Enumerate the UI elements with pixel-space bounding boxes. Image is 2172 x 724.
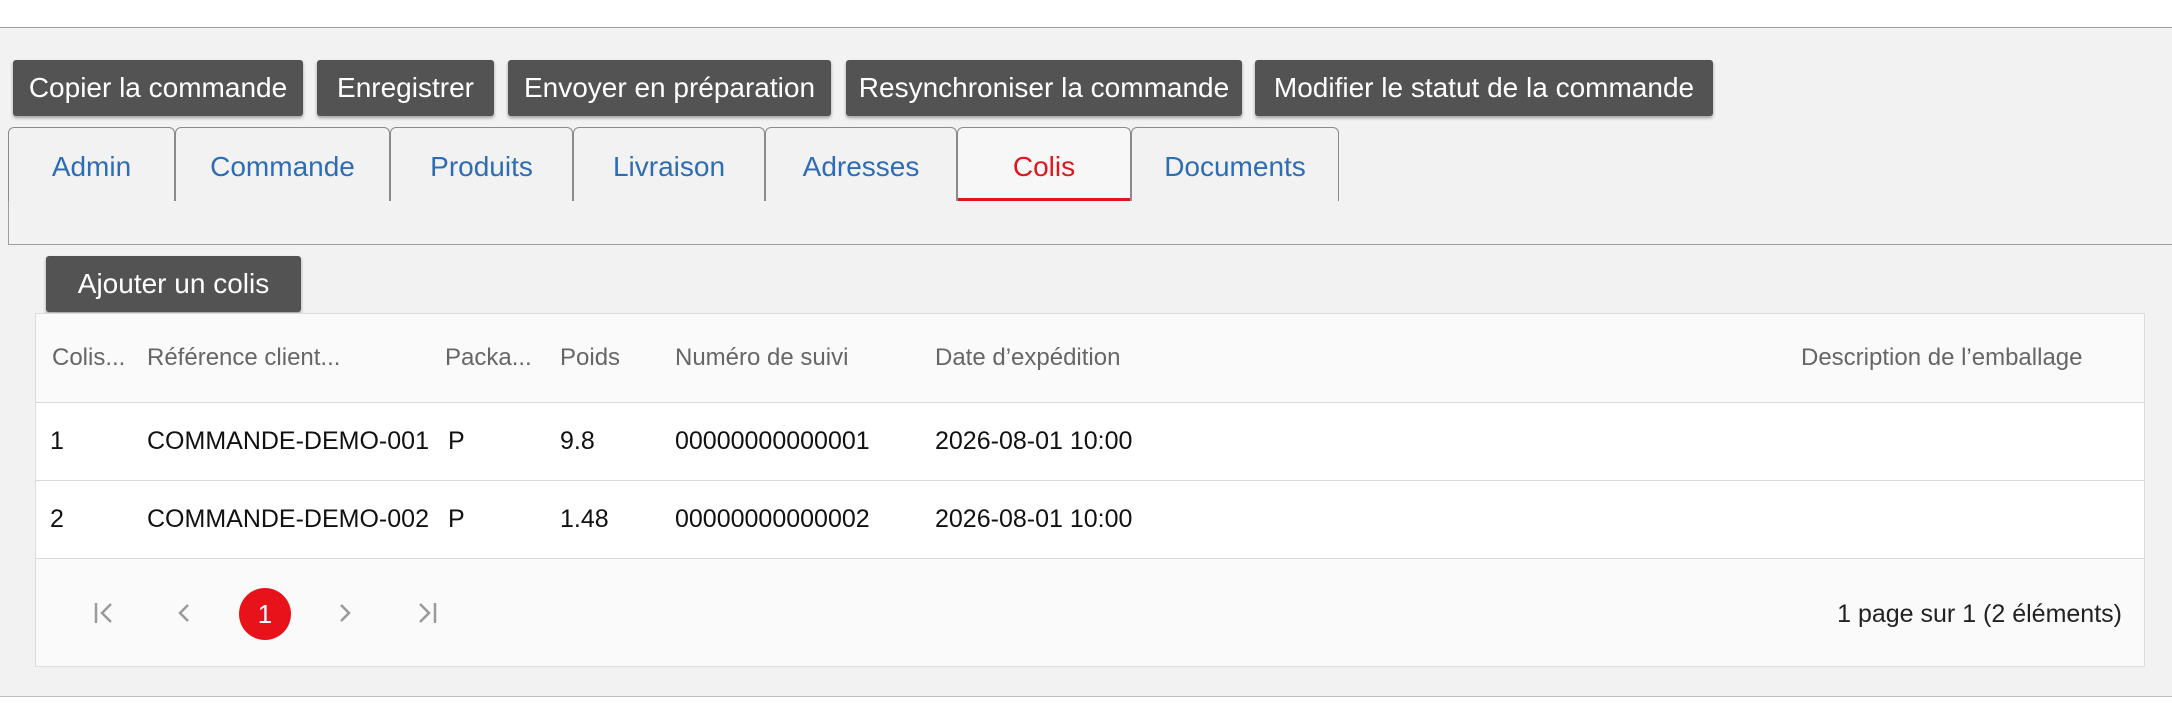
column-header-packaging[interactable]: Packa... [445, 314, 540, 402]
cell-weight: 9.8 [560, 427, 595, 455]
tab-admin[interactable]: Admin [8, 127, 175, 201]
copy-order-button[interactable]: Copier la commande [13, 60, 303, 116]
table-row[interactable]: 1 COMMANDE-DEMO-001 P 9.8 00000000000001… [36, 403, 2144, 481]
tab-documents[interactable]: Documents [1131, 127, 1339, 201]
tab-produits[interactable]: Produits [390, 127, 573, 201]
grid-header: Colis... Référence client... Packa... Po… [36, 314, 2144, 403]
cell-tracking-number: 00000000000001 [675, 427, 870, 455]
current-page-button[interactable]: 1 [239, 588, 291, 640]
cell-weight: 1.48 [560, 505, 609, 533]
column-header-packaging-description[interactable]: Description de l’emballage [1801, 314, 2131, 402]
cell-colis: 1 [50, 427, 64, 455]
column-header-client-reference[interactable]: Référence client... [147, 314, 437, 402]
add-parcel-button[interactable]: Ajouter un colis [46, 256, 301, 312]
change-order-status-button[interactable]: Modifier le statut de la commande [1255, 60, 1713, 116]
column-header-weight[interactable]: Poids [560, 314, 660, 402]
last-page-icon[interactable] [405, 591, 449, 635]
column-header-tracking-number[interactable]: Numéro de suivi [675, 314, 925, 402]
tab-colis[interactable]: Colis [957, 127, 1131, 201]
cell-shipping-date: 2026-08-01 10:00 [935, 427, 1133, 455]
cell-client-reference: COMMANDE-DEMO-002 [147, 505, 429, 533]
cell-packaging: P [448, 427, 465, 455]
resync-order-button[interactable]: Resynchroniser la commande [846, 60, 1242, 116]
pager: 1 1 page sur 1 (2 éléments) [36, 559, 2144, 667]
column-header-colis[interactable]: Colis... [52, 314, 130, 402]
tab-commande[interactable]: Commande [175, 127, 390, 201]
prev-page-icon[interactable] [162, 591, 206, 635]
cell-client-reference: COMMANDE-DEMO-001 [147, 427, 429, 455]
cell-packaging-description [1801, 481, 2131, 558]
bottom-divider [0, 696, 2172, 697]
column-header-shipping-date[interactable]: Date d’expédition [935, 314, 1255, 402]
tab-livraison[interactable]: Livraison [573, 127, 765, 201]
save-button[interactable]: Enregistrer [317, 60, 494, 116]
cell-tracking-number: 00000000000002 [675, 505, 870, 533]
table-row[interactable]: 2 COMMANDE-DEMO-002 P 1.48 0000000000000… [36, 481, 2144, 559]
cell-colis: 2 [50, 505, 64, 533]
send-to-preparation-button[interactable]: Envoyer en préparation [508, 60, 831, 116]
next-page-icon[interactable] [323, 591, 367, 635]
tab-adresses[interactable]: Adresses [765, 127, 957, 201]
parcels-grid: Colis... Référence client... Packa... Po… [35, 313, 2145, 667]
first-page-icon[interactable] [82, 591, 126, 635]
cell-packaging-description [1801, 403, 2131, 480]
cell-shipping-date: 2026-08-01 10:00 [935, 505, 1133, 533]
tab-content-strip [8, 201, 2172, 245]
cell-packaging: P [448, 505, 465, 533]
pager-info: 1 page sur 1 (2 éléments) [1837, 600, 2122, 628]
